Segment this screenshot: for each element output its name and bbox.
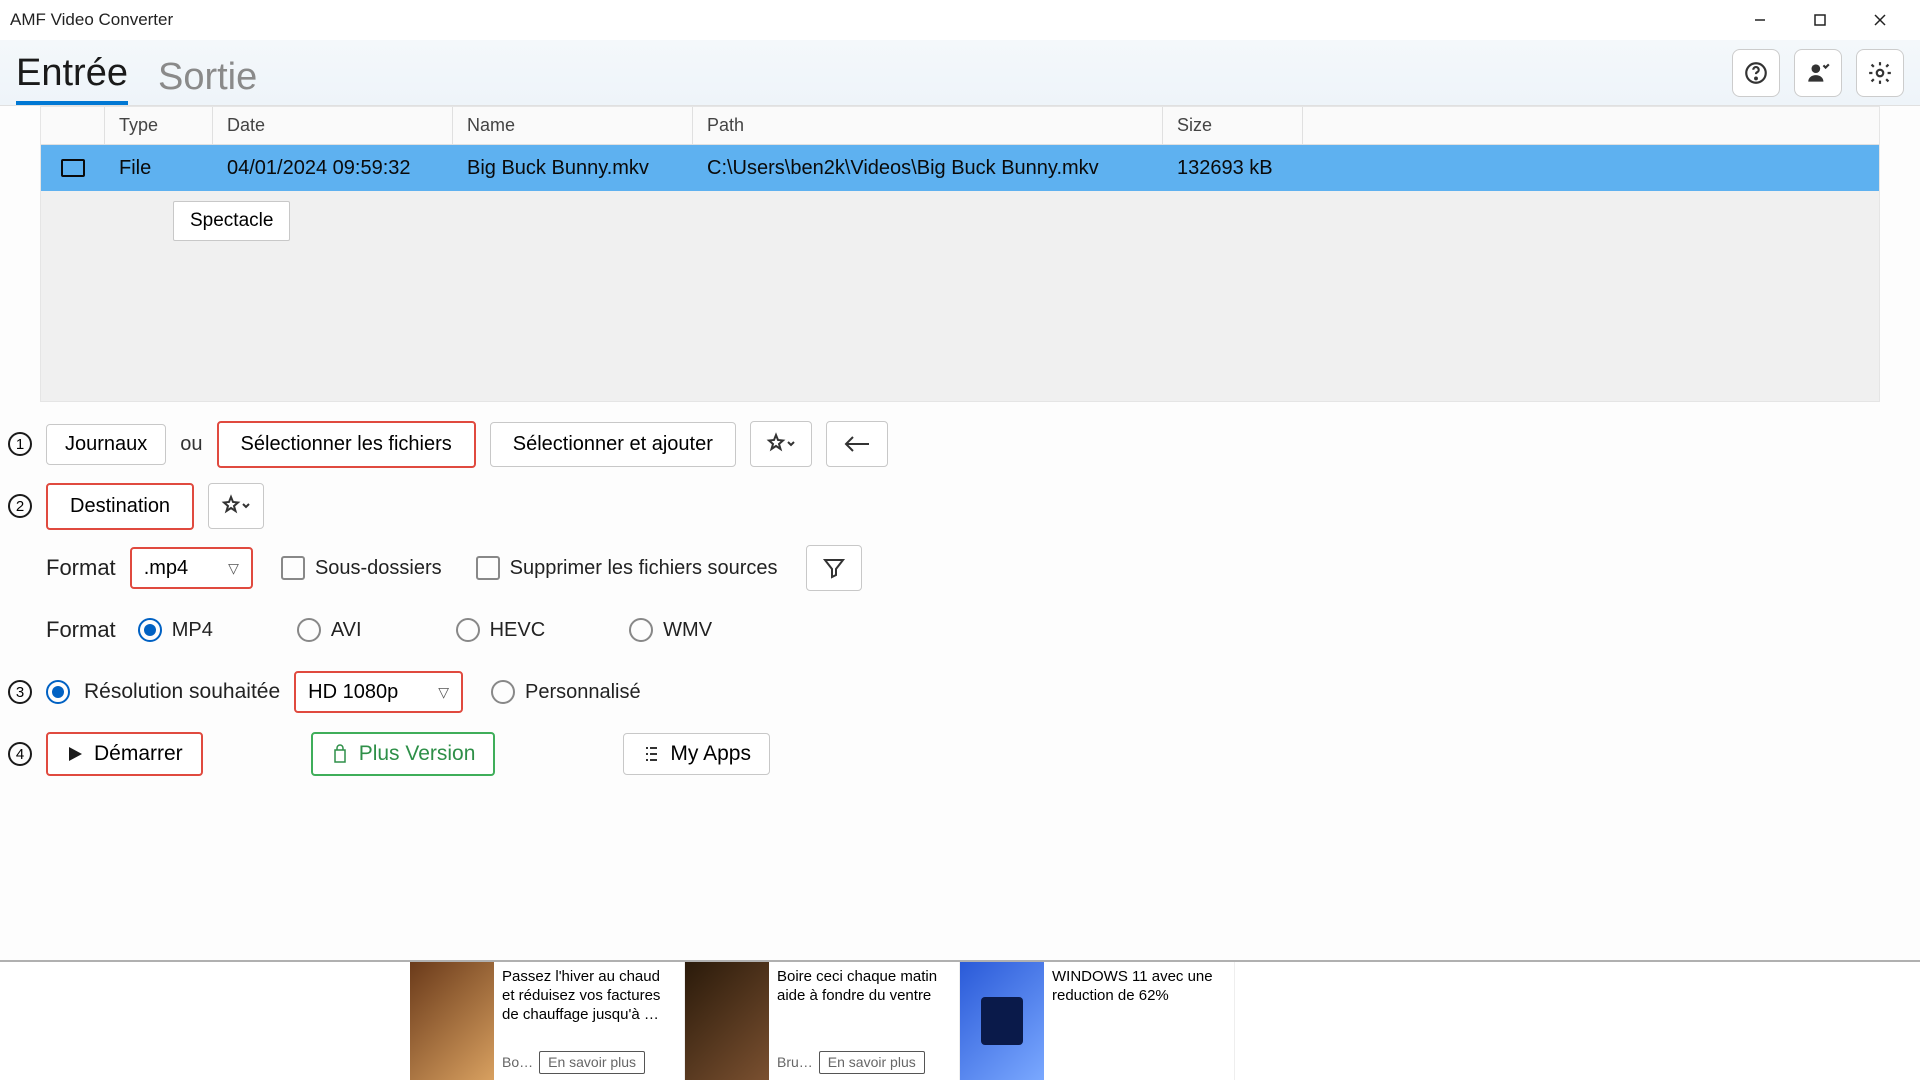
play-icon — [66, 745, 84, 763]
custom-label: Personnalisé — [525, 681, 641, 704]
journaux-button[interactable]: Journaux — [46, 424, 166, 465]
filter-button[interactable] — [806, 545, 862, 591]
settings-button[interactable] — [1856, 49, 1904, 97]
table-row[interactable]: File 04/01/2024 09:59:32 Big Buck Bunny.… — [41, 145, 1879, 191]
cell-size: 132693 kB — [1163, 157, 1303, 180]
file-table: Type Date Name Path Size File 04/01/2024… — [40, 106, 1880, 402]
tab-output[interactable]: Sortie — [158, 56, 257, 105]
col-name[interactable]: Name — [453, 107, 693, 144]
ad-3-text: WINDOWS 11 avec une reduction de 62% — [1052, 968, 1226, 1006]
radio-wmv[interactable] — [629, 618, 653, 642]
plus-version-button[interactable]: Plus Version — [311, 732, 496, 776]
resolution-label: Résolution souhaitée — [84, 680, 280, 704]
ad-1-image — [410, 962, 494, 1080]
step-1-badge: 1 — [8, 432, 32, 456]
plus-label: Plus Version — [359, 742, 476, 766]
controls-panel: 1 Journaux ou Sélectionner les fichiers … — [0, 402, 1920, 778]
delete-source-checkbox[interactable] — [476, 556, 500, 580]
resolution-value: HD 1080p — [308, 681, 398, 704]
maximize-button[interactable] — [1790, 0, 1850, 40]
col-size[interactable]: Size — [1163, 107, 1303, 144]
radio-mp4-label: MP4 — [172, 619, 213, 642]
radio-wmv-label: WMV — [663, 619, 712, 642]
table-empty — [41, 251, 1879, 401]
chevron-down-icon: ▽ — [438, 684, 449, 701]
favorites-dropdown[interactable] — [750, 421, 812, 467]
col-icon[interactable] — [41, 107, 105, 144]
radio-hevc[interactable] — [456, 618, 480, 642]
col-type[interactable]: Type — [105, 107, 213, 144]
select-and-add-button[interactable]: Sélectionner et ajouter — [490, 422, 736, 467]
ad-1[interactable]: Passez l'hiver au chaud et réduisez vos … — [410, 962, 685, 1080]
minimize-button[interactable] — [1730, 0, 1790, 40]
ad-3[interactable]: WINDOWS 11 avec une reduction de 62% — [960, 962, 1235, 1080]
start-button[interactable]: Démarrer — [46, 732, 203, 776]
or-label: ou — [180, 433, 202, 456]
list-icon — [642, 745, 660, 763]
close-button[interactable] — [1850, 0, 1910, 40]
resolution-select[interactable]: HD 1080p ▽ — [294, 671, 463, 713]
help-button[interactable] — [1732, 49, 1780, 97]
col-path[interactable]: Path — [693, 107, 1163, 144]
ad-1-text: Passez l'hiver au chaud et réduisez vos … — [502, 968, 676, 1024]
format-value: .mp4 — [144, 557, 188, 580]
col-spacer — [1303, 107, 1879, 144]
ad-2-link[interactable]: En savoir plus — [819, 1051, 925, 1075]
account-button[interactable] — [1794, 49, 1842, 97]
col-date[interactable]: Date — [213, 107, 453, 144]
step-3-badge: 3 — [8, 680, 32, 704]
radio-custom[interactable] — [491, 680, 515, 704]
destination-button[interactable]: Destination — [46, 483, 194, 530]
format-label: Format — [46, 555, 116, 581]
radio-mp4[interactable] — [138, 618, 162, 642]
myapps-label: My Apps — [670, 742, 751, 766]
ad-1-src: Bo… — [502, 1054, 533, 1072]
cell-type: File — [105, 157, 213, 180]
ad-2-image — [685, 962, 769, 1080]
radio-avi[interactable] — [297, 618, 321, 642]
cell-path: C:\Users\ben2k\Videos\Big Buck Bunny.mkv — [693, 157, 1163, 180]
ad-1-link[interactable]: En savoir plus — [539, 1051, 645, 1075]
bag-icon — [331, 744, 349, 764]
chevron-down-icon: ▽ — [228, 560, 239, 577]
delete-source-label: Supprimer les fichiers sources — [510, 557, 778, 580]
ad-2-src: Bru… — [777, 1054, 813, 1072]
step-2-badge: 2 — [8, 494, 32, 518]
ad-3-image — [960, 962, 1044, 1080]
tab-input[interactable]: Entrée — [16, 52, 128, 105]
step-4-badge: 4 — [8, 742, 32, 766]
select-files-button[interactable]: Sélectionner les fichiers — [217, 421, 476, 468]
start-label: Démarrer — [94, 742, 183, 766]
format-select[interactable]: .mp4 ▽ — [130, 547, 253, 589]
back-button[interactable] — [826, 421, 888, 467]
subfolders-checkbox[interactable] — [281, 556, 305, 580]
cell-date: 04/01/2024 09:59:32 — [213, 157, 453, 180]
spectacle-row: Spectacle — [41, 191, 1879, 251]
radio-hevc-label: HEVC — [490, 619, 546, 642]
favorites-dropdown-2[interactable] — [208, 483, 264, 529]
ad-2-text: Boire ceci chaque matin aide à fondre du… — [777, 968, 951, 1006]
radio-resolution[interactable] — [46, 680, 70, 704]
titlebar: AMF Video Converter — [0, 0, 1920, 40]
ad-2[interactable]: Boire ceci chaque matin aide à fondre du… — [685, 962, 960, 1080]
file-icon — [41, 159, 105, 177]
my-apps-button[interactable]: My Apps — [623, 733, 770, 775]
ad-bar: Passez l'hiver au chaud et réduisez vos … — [0, 960, 1920, 1080]
window-title: AMF Video Converter — [10, 10, 173, 30]
table-header: Type Date Name Path Size — [41, 107, 1879, 145]
spectacle-button[interactable]: Spectacle — [173, 201, 290, 241]
format2-label: Format — [46, 617, 116, 643]
radio-avi-label: AVI — [331, 619, 362, 642]
cell-name: Big Buck Bunny.mkv — [453, 157, 693, 180]
topbar: Entrée Sortie — [0, 40, 1920, 106]
subfolders-label: Sous-dossiers — [315, 557, 442, 580]
